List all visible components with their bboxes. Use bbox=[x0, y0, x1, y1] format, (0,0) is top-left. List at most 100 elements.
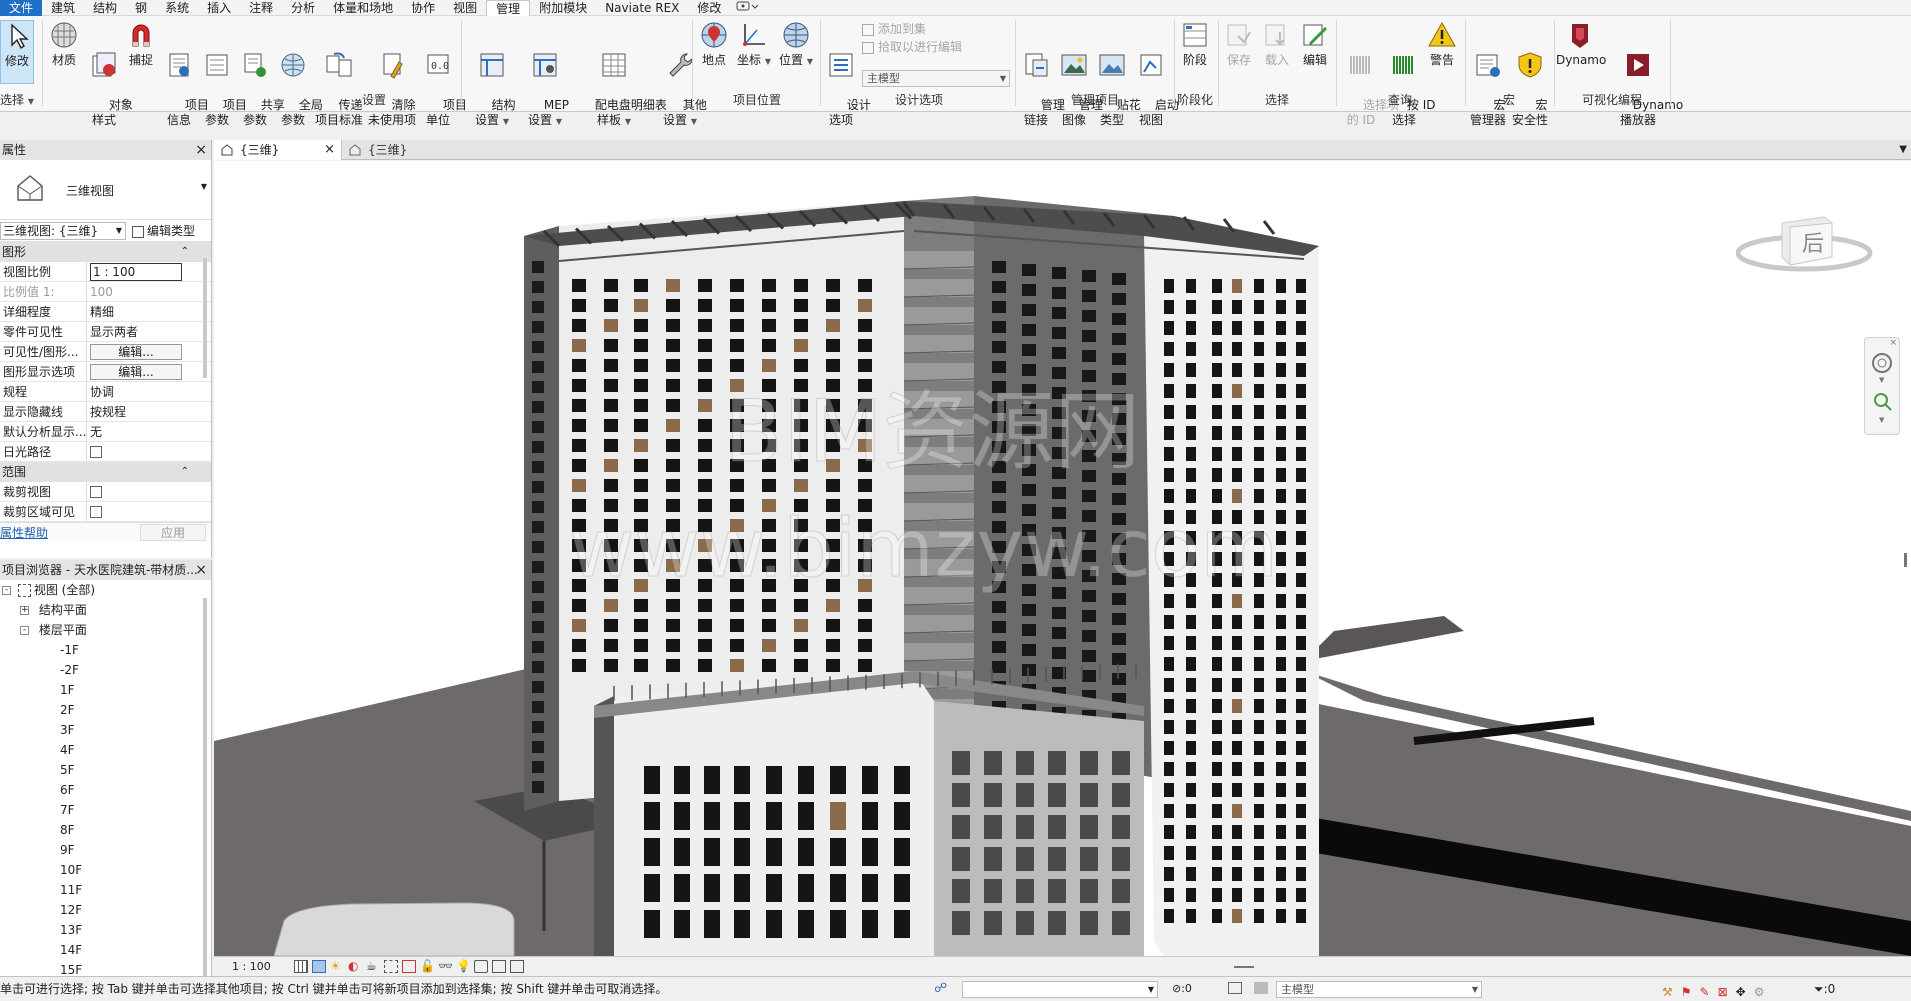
select-by-id-button[interactable]: 按 ID 选择 bbox=[1384, 20, 1436, 143]
macro-security-button[interactable]: 宏 安全性 bbox=[1510, 20, 1550, 143]
floor-plan-item[interactable]: 5F bbox=[0, 760, 211, 780]
save-selection-button[interactable]: 保存 bbox=[1222, 20, 1256, 68]
additional-settings-button[interactable]: 其他 设置 ▼ bbox=[660, 20, 707, 144]
prop-parts-visibility[interactable]: 零件可见性 显示两者 bbox=[0, 322, 211, 342]
prop-analysis-display[interactable]: 默认分析显示... 无 bbox=[0, 422, 211, 442]
tab-massing-site[interactable]: 体量和场地 bbox=[324, 0, 402, 16]
position-button[interactable]: 位置 ▼ bbox=[776, 20, 816, 69]
tree-floor-plans[interactable]: - 楼层平面 bbox=[0, 620, 211, 640]
prop-crop-view[interactable]: 裁剪视图 bbox=[0, 482, 211, 502]
3d-view-canvas[interactable]: BIM资源网 www.bimzyw.com 后 × ▼ ▼ bbox=[214, 161, 1911, 956]
floor-plan-item[interactable]: 1F bbox=[0, 680, 211, 700]
tab-systems[interactable]: 系统 bbox=[156, 0, 198, 16]
floor-plan-item[interactable]: 2F bbox=[0, 700, 211, 720]
floor-plan-item[interactable]: 11F bbox=[0, 880, 211, 900]
tab-insert[interactable]: 插入 bbox=[198, 0, 240, 16]
select-links-icon[interactable]: ⚒ bbox=[1662, 980, 1673, 1001]
modify-button[interactable]: 修改 bbox=[0, 20, 34, 84]
tab-collaborate[interactable]: 协作 bbox=[402, 0, 444, 16]
close-icon[interactable]: × bbox=[324, 140, 335, 160]
pick-to-edit-button[interactable]: 拾取以进行编辑 bbox=[862, 40, 1012, 55]
project-information-button[interactable]: 项目 信息 bbox=[162, 20, 209, 143]
chevron-down-icon[interactable]: ▼ bbox=[1879, 416, 1884, 424]
design-option-select[interactable]: 主模型 ▼ bbox=[862, 70, 1010, 87]
visual-style-icon[interactable] bbox=[312, 960, 326, 973]
prop-detail-level[interactable]: 详细程度 精细 bbox=[0, 302, 211, 322]
structural-settings-button[interactable]: 结构 设置 ▼ bbox=[466, 20, 518, 144]
select-group-label[interactable]: 选择 ▼ bbox=[0, 92, 40, 108]
tab-steel[interactable]: 钢 bbox=[126, 0, 156, 16]
workset-select[interactable]: ▼ bbox=[962, 981, 1158, 998]
tab-annotate[interactable]: 注释 bbox=[240, 0, 282, 16]
design-options-button[interactable]: 设计 选项 bbox=[824, 20, 871, 143]
canvas-splitter-handle[interactable] bbox=[1904, 553, 1907, 567]
analytical-model-icon[interactable] bbox=[474, 960, 488, 973]
section-graphics[interactable]: 图形 ⌃ bbox=[0, 242, 211, 262]
prop-view-scale[interactable]: 视图比例 1 : 100 bbox=[0, 262, 211, 282]
collapse-icon[interactable]: ⌃ bbox=[181, 462, 189, 482]
select-pinned-icon[interactable]: ✎ bbox=[1700, 980, 1710, 1001]
view-scale-input[interactable]: 1 : 100 bbox=[90, 263, 182, 281]
floor-plan-item[interactable]: 8F bbox=[0, 820, 211, 840]
location-button[interactable]: 地点 bbox=[696, 20, 732, 68]
crop-view-icon[interactable] bbox=[384, 960, 398, 973]
global-parameters-button[interactable]: 全局 参数 bbox=[276, 20, 323, 143]
collapse-minus-icon[interactable]: - bbox=[20, 626, 29, 635]
apply-button[interactable]: 应用 bbox=[140, 524, 206, 541]
exclude-options-icon[interactable] bbox=[1254, 982, 1268, 994]
tree-views-root[interactable]: - 视图 (全部) bbox=[0, 580, 211, 600]
floor-plan-item[interactable]: 3F bbox=[0, 720, 211, 740]
tab-overflow-icon[interactable]: ▼ bbox=[1899, 140, 1907, 160]
prop-crop-region-visible[interactable]: 裁剪区域可见 bbox=[0, 502, 211, 522]
browser-scrollbar[interactable] bbox=[203, 598, 207, 976]
design-options-icon[interactable] bbox=[1228, 982, 1242, 994]
properties-help-link[interactable]: 属性帮助 bbox=[0, 523, 48, 543]
active-design-option-select[interactable]: 主模型 ▼ bbox=[1276, 981, 1482, 998]
floor-plan-item[interactable]: -2F bbox=[0, 660, 211, 680]
detail-level-icon[interactable] bbox=[294, 960, 308, 973]
tab-view[interactable]: 视图 bbox=[444, 0, 486, 16]
graphic-display-edit-button[interactable]: 编辑... bbox=[90, 364, 182, 380]
collapse-minus-icon[interactable]: - bbox=[2, 586, 11, 595]
temporary-hide-icon[interactable]: 👓 bbox=[438, 960, 453, 973]
tab-addins[interactable]: 附加模块 bbox=[530, 0, 596, 16]
tab-structure[interactable]: 结构 bbox=[84, 0, 126, 16]
materials-button[interactable]: 材质 bbox=[46, 20, 82, 68]
reveal-constraints-icon[interactable] bbox=[510, 960, 524, 973]
project-parameters-button[interactable]: 项目 参数 bbox=[200, 20, 247, 143]
ids-of-selection-button[interactable]: 选择项 的 ID bbox=[1340, 20, 1399, 143]
crop-view-checkbox[interactable] bbox=[90, 485, 102, 498]
project-units-button[interactable]: 0.0 项目 单位 bbox=[420, 20, 467, 143]
manage-images-button[interactable]: 管理 图像 bbox=[1056, 20, 1103, 143]
expand-plus-icon[interactable]: + bbox=[20, 606, 29, 615]
warnings-button[interactable]: 警告 bbox=[1424, 20, 1460, 68]
add-to-set-button[interactable]: 添加到集 bbox=[862, 22, 1012, 37]
tab-modify[interactable]: 修改 bbox=[688, 0, 730, 16]
view-tab-3d-active[interactable]: {三维} × bbox=[214, 140, 342, 160]
view-cube[interactable]: 后 bbox=[1735, 197, 1896, 297]
worksets-icon[interactable]: ☍ bbox=[934, 977, 947, 1001]
object-styles-button[interactable]: 对象 样式 bbox=[86, 20, 133, 143]
prop-hidden-lines[interactable]: 显示隐藏线 按规程 bbox=[0, 402, 211, 422]
sun-path-checkbox[interactable] bbox=[90, 445, 102, 458]
prop-sun-path[interactable]: 日光路径 bbox=[0, 442, 211, 462]
dynamo-player-button[interactable]: Dynamo 播放器 bbox=[1610, 20, 1683, 143]
floor-plan-item[interactable]: 15F bbox=[0, 960, 211, 976]
shared-parameters-button[interactable]: 共享 参数 bbox=[238, 20, 285, 143]
unlock-view-icon[interactable]: 🔓 bbox=[420, 960, 435, 973]
floor-plan-item[interactable]: -1F bbox=[0, 640, 211, 660]
floor-plan-item[interactable]: 10F bbox=[0, 860, 211, 880]
crop-region-checkbox[interactable] bbox=[90, 505, 102, 518]
visibility-edit-button[interactable]: 编辑... bbox=[90, 344, 182, 360]
shadows-icon[interactable]: ◐ bbox=[348, 960, 362, 973]
floor-plan-item[interactable]: 14F bbox=[0, 940, 211, 960]
select-underlay-icon[interactable]: ⚑ bbox=[1681, 980, 1692, 1001]
floor-plan-item[interactable]: 12F bbox=[0, 900, 211, 920]
floor-plan-item[interactable]: 9F bbox=[0, 840, 211, 860]
prop-visibility-graphics[interactable]: 可见性/图形... 编辑... bbox=[0, 342, 211, 362]
drag-elements-icon[interactable]: ✥ bbox=[1736, 980, 1746, 1001]
decal-types-button[interactable]: 贴花 类型 bbox=[1094, 20, 1141, 143]
coordinates-button[interactable]: 坐标 ▼ bbox=[734, 20, 774, 69]
chevron-down-icon[interactable]: ▼ bbox=[1879, 376, 1884, 384]
floor-plan-item[interactable]: 6F bbox=[0, 780, 211, 800]
